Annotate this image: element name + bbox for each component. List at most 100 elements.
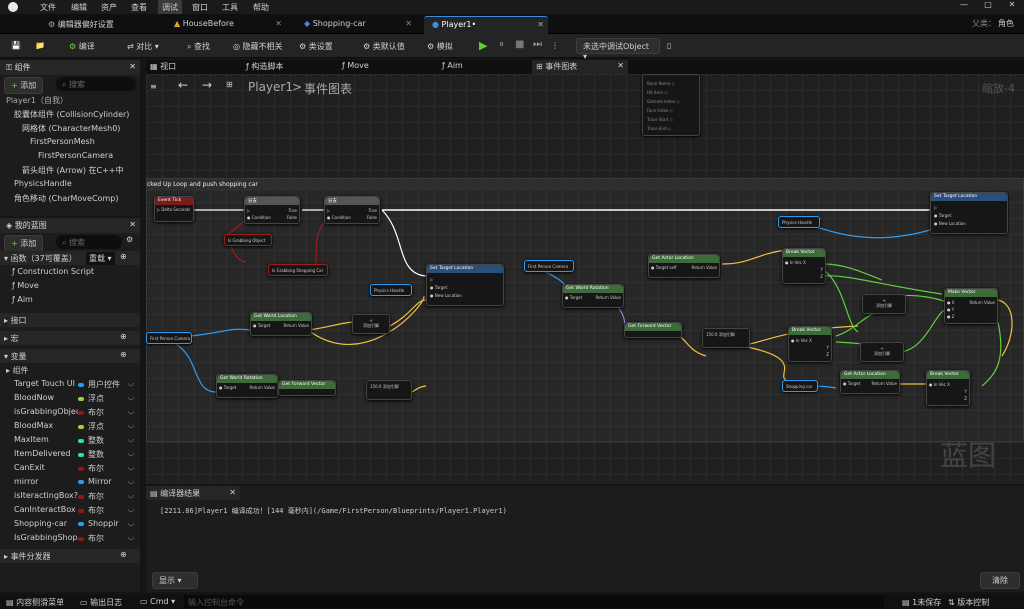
- make-vector-node[interactable]: Make Vector ● X Return Value ● Y ● Z: [944, 288, 998, 324]
- macros-section[interactable]: ▸ 宏 ⊕: [0, 331, 140, 345]
- source-control-button[interactable]: ⇅ 版本控制: [948, 597, 989, 608]
- variable-item[interactable]: IsGrabbingShopp 布尔 ◡: [0, 531, 140, 545]
- visibility-icon[interactable]: ◡: [128, 379, 134, 387]
- first-person-camera-var[interactable]: First Person Camera: [146, 332, 192, 344]
- tab-housebefore[interactable]: ▲ HouseBefore ✕: [166, 16, 286, 34]
- branch-node[interactable]: 分支 ▷ True ● Condition False: [244, 196, 300, 224]
- get-actor-location-node[interactable]: Get Actor Location ● Target Return Value: [840, 370, 900, 394]
- play-button[interactable]: ▶: [476, 36, 490, 52]
- component-item[interactable]: 网格体 (CharacterMesh0): [0, 121, 140, 135]
- functions-section[interactable]: ▾ 函数（37可覆盖） 重载 ▾ ⊕: [0, 251, 140, 265]
- variable-item[interactable]: isGrabbingObject 布尔 ◡: [0, 405, 140, 419]
- clear-button[interactable]: 清除: [980, 572, 1020, 589]
- add-component-button[interactable]: + 添加: [4, 77, 44, 94]
- tab-event-graph[interactable]: ⊞ 事件图表 ✕: [532, 60, 628, 74]
- variable-item[interactable]: Target Touch UI 用户控件 ◡: [0, 377, 140, 391]
- variable-item[interactable]: BloodNow 浮点 ◡: [0, 391, 140, 405]
- compiler-results-tab[interactable]: ▤ 编译器结果 ✕: [146, 486, 240, 500]
- gear-icon[interactable]: ⚙: [126, 235, 133, 244]
- physics-handle-var[interactable]: Physics Handle: [778, 216, 820, 228]
- close-tab-icon[interactable]: ✕: [275, 19, 282, 28]
- variable-item[interactable]: CanInteractBox 布尔 ◡: [0, 503, 140, 517]
- add-node[interactable]: + 添加引脚: [860, 342, 904, 362]
- component-item[interactable]: FirstPersonCamera: [0, 149, 140, 163]
- close-tab-icon[interactable]: ✕: [537, 20, 544, 29]
- components-category[interactable]: ▸ 组件: [0, 363, 140, 377]
- component-item[interactable]: 箭头组件 (Arrow) 在C++中: [0, 163, 140, 177]
- component-item[interactable]: PhysicsHandle: [0, 177, 140, 191]
- variable-item[interactable]: BloodMax 浮点 ◡: [0, 419, 140, 433]
- get-forward-vector-node[interactable]: Get Forward Vector: [624, 322, 682, 338]
- variable-item[interactable]: CanExit 布尔 ◡: [0, 461, 140, 475]
- dispatchers-section[interactable]: ▸ 事件分发器 ⊕: [0, 549, 140, 563]
- component-item[interactable]: 胶囊体组件 (CollisionCylinder): [0, 107, 140, 121]
- visibility-icon[interactable]: ◡: [128, 477, 134, 485]
- components-search-input[interactable]: ⌕ 搜索: [56, 77, 136, 91]
- tab-construction-script[interactable]: ƒ 构造脚本: [246, 61, 283, 72]
- visibility-icon[interactable]: ◡: [128, 393, 134, 401]
- visibility-icon[interactable]: ◡: [128, 491, 134, 499]
- visibility-icon[interactable]: ◡: [128, 435, 134, 443]
- stop-button[interactable]: ■: [512, 36, 527, 52]
- component-item[interactable]: Player1（自我）: [0, 93, 140, 107]
- override-dropdown[interactable]: 重载 ▾: [86, 252, 115, 265]
- add-macro-icon[interactable]: ⊕: [120, 332, 127, 341]
- menu-asset[interactable]: 资产: [101, 2, 117, 13]
- debug-select-icon[interactable]: ▯: [664, 38, 674, 54]
- set-target-location-node[interactable]: Set Target Location ▷ ● Target ● New Locat…: [930, 192, 1008, 234]
- component-item[interactable]: FirstPersonMesh: [0, 135, 140, 149]
- get-world-location-node[interactable]: Get World Location ● Target Return Value: [250, 312, 312, 336]
- tab-aim[interactable]: ƒ Aim: [442, 61, 463, 70]
- tab-shopping-car[interactable]: ◆ Shopping-car ✕: [296, 16, 416, 34]
- get-world-rotation-node[interactable]: Get World Rotation ● Target Return Value: [216, 374, 278, 398]
- tab-editor-prefs[interactable]: ⚙ 编辑器偏好设置: [40, 16, 154, 34]
- variable-item[interactable]: mirror Mirror ◡: [0, 475, 140, 489]
- class-settings-button[interactable]: ⚙ 类设置: [296, 38, 336, 54]
- blueprint-search-input[interactable]: ⌕ 搜索: [56, 235, 122, 249]
- variable-item[interactable]: ItemDelivered 整数 ◡: [0, 447, 140, 461]
- browse-icon[interactable]: 📁: [32, 38, 48, 54]
- multiply-node[interactable]: 150.0 添加引脚: [366, 380, 412, 400]
- save-icon[interactable]: 💾: [8, 38, 24, 54]
- is-grabbing-car-var[interactable]: Is Grabbing Shopping Car: [268, 264, 328, 276]
- find-button[interactable]: ⌕ 查找: [184, 38, 213, 54]
- get-forward-vector-node[interactable]: Get Forward Vector: [278, 380, 336, 396]
- menu-file[interactable]: 文件: [40, 2, 56, 13]
- get-world-rotation-node[interactable]: Get World Rotation ● Target Return Value: [562, 284, 624, 308]
- step-button[interactable]: ⏭: [530, 36, 545, 52]
- break-vector-node[interactable]: Break Vector ● In Vec XYZ: [782, 248, 826, 284]
- maximize-button[interactable]: □: [978, 0, 998, 14]
- add-node[interactable]: + 添加引脚: [862, 294, 906, 314]
- menu-help[interactable]: 帮助: [253, 2, 269, 13]
- menu-window[interactable]: 窗口: [192, 2, 208, 13]
- interfaces-section[interactable]: ▸ 接口: [0, 313, 140, 327]
- diff-button[interactable]: ⇄ 对比 ▾: [124, 38, 162, 54]
- branch-node[interactable]: 分支 ▷ True ● Condition False: [324, 196, 380, 224]
- visibility-icon[interactable]: ◡: [128, 449, 134, 457]
- simulate-button[interactable]: ⚙ 模拟: [424, 38, 456, 54]
- get-actor-location-node[interactable]: Get Actor Location ● Target self Return …: [648, 254, 720, 278]
- add-member-button[interactable]: + 添加: [4, 235, 44, 252]
- pause-button[interactable]: ⏸: [496, 36, 507, 52]
- shopping-car-var[interactable]: Shopping car: [782, 380, 818, 392]
- function-item[interactable]: ƒ Move: [0, 279, 140, 293]
- debug-object-select[interactable]: 未选中调试Object ▾: [576, 38, 660, 61]
- visibility-icon[interactable]: ◡: [128, 505, 134, 513]
- first-person-camera-var[interactable]: First Person Camera: [524, 260, 574, 272]
- show-dropdown[interactable]: 显示 ▾: [152, 572, 198, 589]
- console-input[interactable]: 输入控制台命令: [184, 595, 884, 608]
- menu-tools[interactable]: 工具: [222, 2, 238, 13]
- minimize-button[interactable]: —: [954, 0, 974, 14]
- cmd-dropdown[interactable]: ▭ Cmd ▾: [140, 597, 175, 606]
- is-grabbing-object-var[interactable]: Is Grabbing Object: [224, 234, 272, 246]
- event-tick-node[interactable]: Event Tick ▷ Delta Seconds: [154, 196, 194, 222]
- class-defaults-button[interactable]: ⚙ 类默认值: [360, 38, 408, 54]
- menu-debug[interactable]: 调试: [158, 0, 182, 15]
- visibility-icon[interactable]: ◡: [128, 463, 134, 471]
- variable-item[interactable]: MaxItem 整数 ◡: [0, 433, 140, 447]
- play-options-icon[interactable]: ⋮: [548, 38, 562, 54]
- unsaved-indicator[interactable]: ▤ 1未保存: [902, 597, 941, 608]
- function-item[interactable]: ƒ Construction Script: [0, 265, 140, 279]
- output-log-button[interactable]: ▭ 输出日志: [80, 597, 122, 608]
- add-node[interactable]: + 添加引脚: [352, 314, 390, 334]
